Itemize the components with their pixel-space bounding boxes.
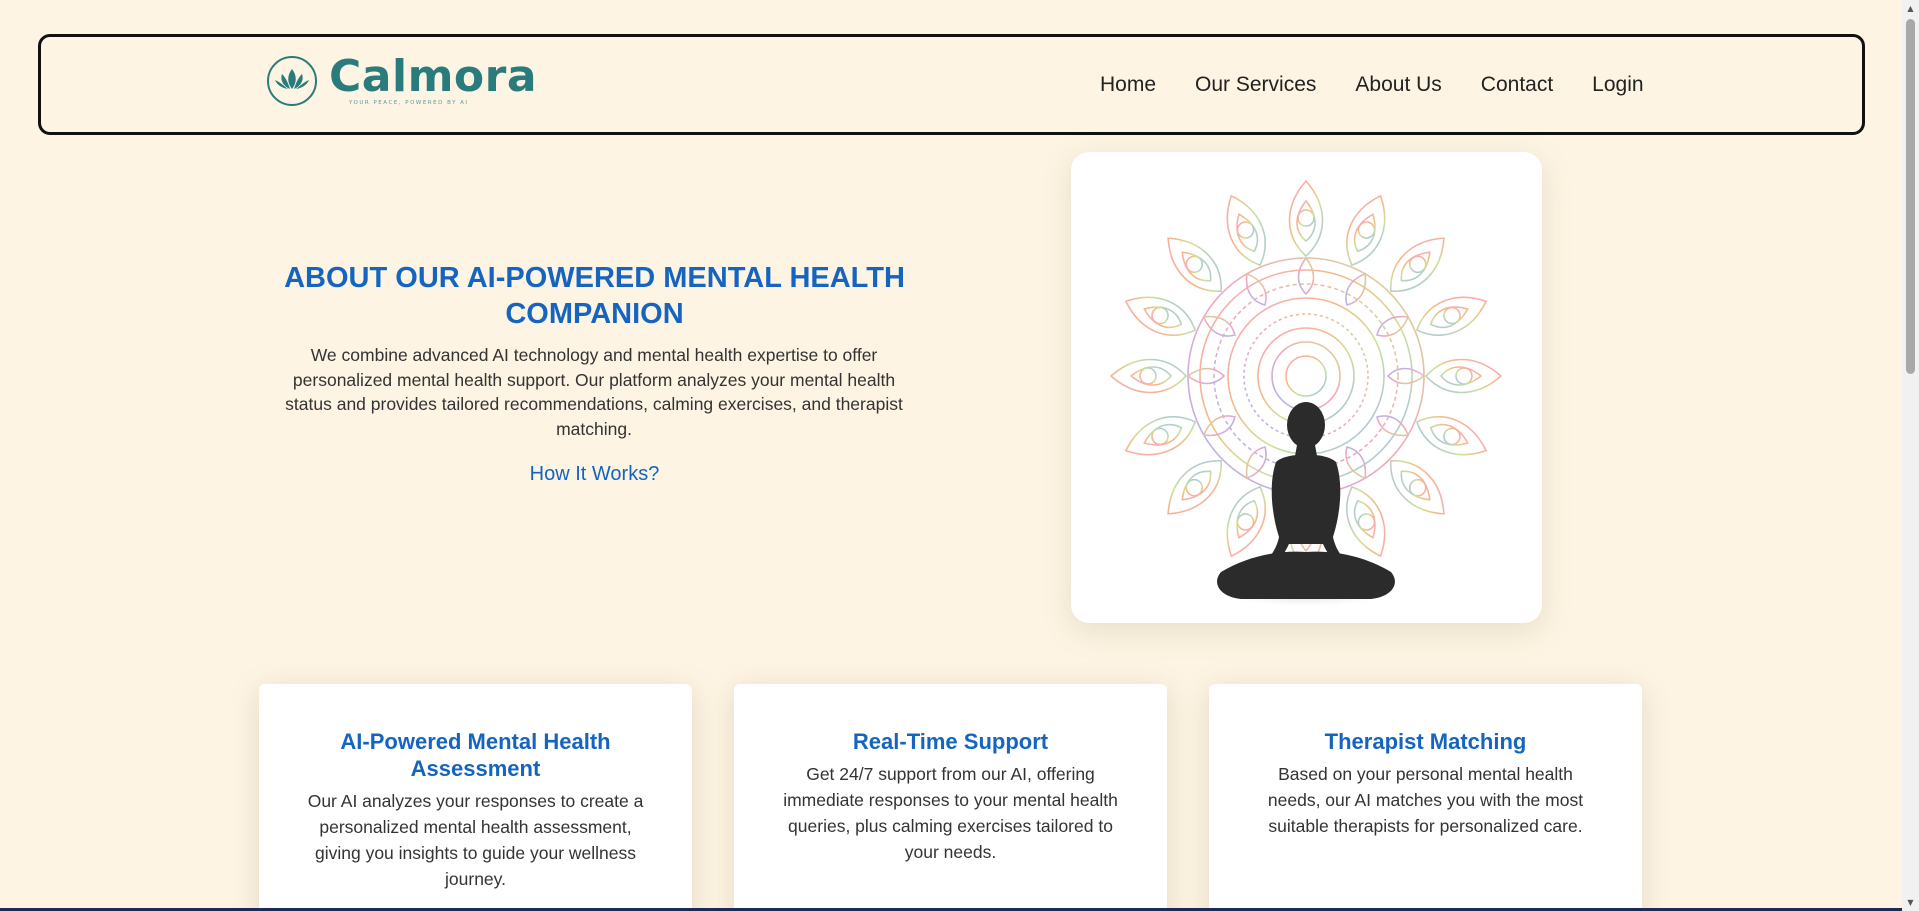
logo[interactable]: Calmora YOUR PEACE, POWERED BY AI xyxy=(267,55,537,106)
card-description: Get 24/7 support from our AI, offering i… xyxy=(783,764,1118,862)
card-title: Therapist Matching xyxy=(1324,729,1527,754)
hero-image-card xyxy=(1071,152,1542,623)
lotus-icon xyxy=(267,55,317,106)
scroll-up-icon[interactable]: ▲ xyxy=(1902,0,1919,17)
card-title: Real-Time Support xyxy=(852,729,1049,754)
hero-description: We combine advanced AI technology and me… xyxy=(285,345,903,439)
nav-links: Home Our Services About Us Contact Login xyxy=(1100,73,1683,97)
vertical-scrollbar[interactable]: ▲ ▼ xyxy=(1902,0,1919,911)
service-card-support: Real-Time Support Get 24/7 support from … xyxy=(734,684,1167,911)
nav-link-contact[interactable]: Contact xyxy=(1481,73,1553,97)
navbar: Calmora YOUR PEACE, POWERED BY AI Home O… xyxy=(38,34,1865,135)
logo-name: Calmora xyxy=(329,51,538,102)
scrollbar-thumb[interactable] xyxy=(1906,19,1915,374)
scroll-down-icon[interactable]: ▼ xyxy=(1902,894,1919,911)
logo-tagline: YOUR PEACE, POWERED BY AI xyxy=(349,100,469,106)
nav-link-login[interactable]: Login xyxy=(1592,73,1643,97)
meditation-mandala-icon xyxy=(1110,179,1502,608)
card-title: AI-Powered Mental Health Assessment xyxy=(340,729,611,781)
how-it-works-link[interactable]: How It Works? xyxy=(262,463,927,486)
nav-link-about[interactable]: About Us xyxy=(1355,73,1441,97)
card-description: Our AI analyzes your responses to create… xyxy=(307,791,644,889)
service-card-assessment: AI-Powered Mental Health Assessment Our … xyxy=(259,684,692,911)
nav-link-services[interactable]: Our Services xyxy=(1195,73,1316,97)
card-description: Based on your personal mental health nee… xyxy=(1267,764,1584,836)
service-card-matching: Therapist Matching Based on your persona… xyxy=(1209,684,1642,911)
nav-link-home[interactable]: Home xyxy=(1100,73,1156,97)
hero-title: ABOUT OUR AI-POWERED MENTAL HEALTH COMPA… xyxy=(284,262,905,330)
